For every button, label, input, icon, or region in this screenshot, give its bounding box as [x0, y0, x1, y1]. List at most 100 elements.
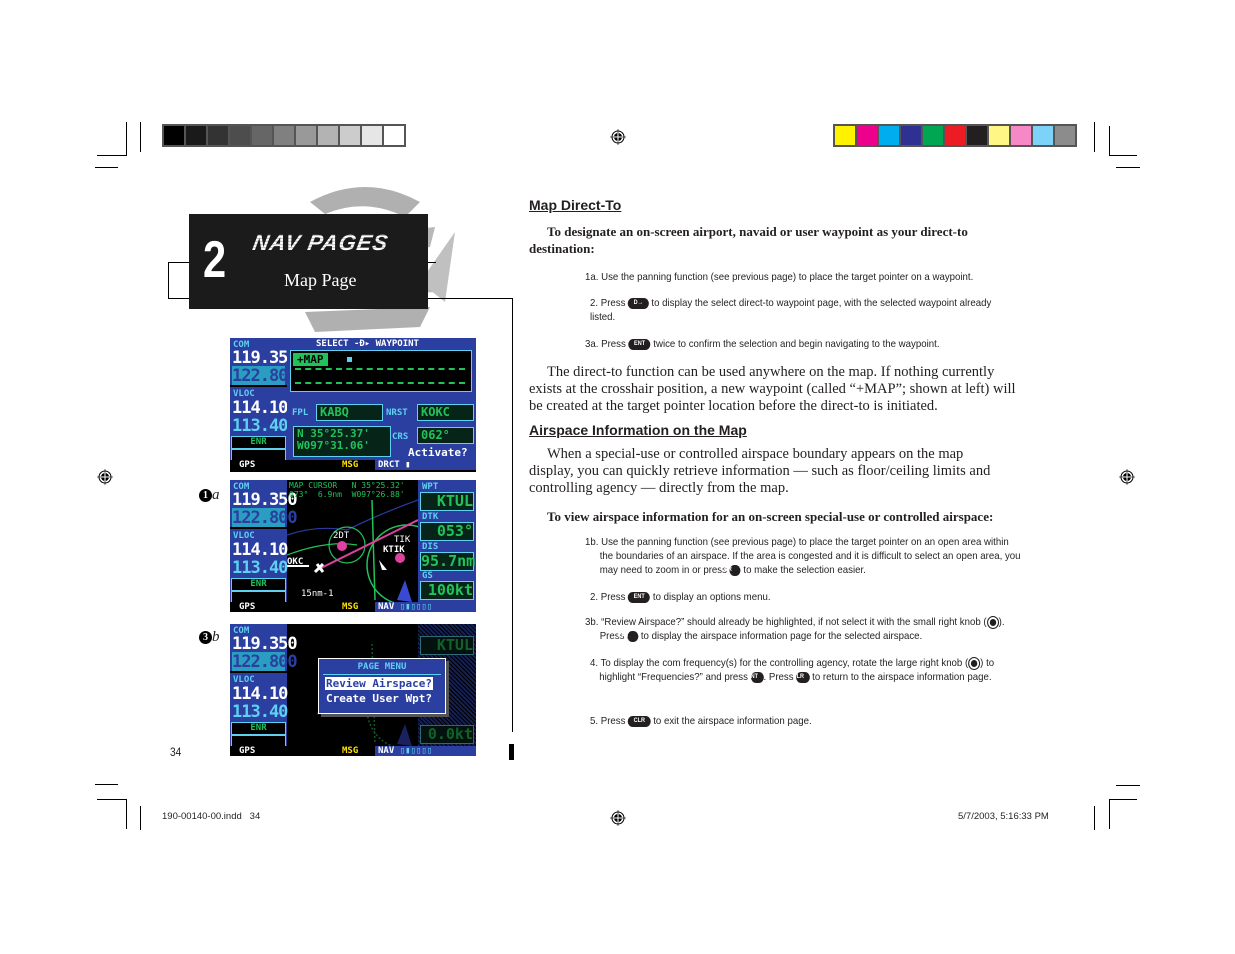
step-3b: 3b. “Review Airspace?” should already be… — [585, 615, 1005, 642]
crop-mark — [140, 806, 141, 830]
crop-mark — [1116, 785, 1140, 786]
mode-indicator: ENR — [231, 436, 286, 449]
step-5: 5. Press CLR to exit the airspace inform… — [590, 715, 812, 727]
step-bullet-1a: 1a — [199, 486, 220, 504]
ent-key-icon: ENT — [618, 630, 639, 642]
msg-annunciator[interactable]: MSG — [342, 746, 358, 756]
gs-label: GS — [422, 571, 433, 581]
section-heading-airspace-info: Airspace Information on the Map — [529, 422, 747, 438]
color-swatch-1 — [835, 126, 855, 145]
page-edge-marker — [509, 744, 514, 760]
step-1b: 1b. Use the panning function (see previo… — [585, 536, 1021, 576]
gray-swatch-1 — [164, 126, 184, 145]
nrst-label: NRST — [386, 408, 408, 418]
clr-key-icon: CLR — [720, 564, 741, 576]
large-right-knob-icon — [968, 656, 981, 670]
fpl-field[interactable]: KABQ — [316, 404, 383, 421]
activate-prompt[interactable]: Activate? — [408, 446, 468, 459]
registration-mark-icon — [1119, 469, 1135, 485]
wpt-value: KTUL — [420, 636, 474, 655]
position-field: N 35°25.37' W097°31.06' — [293, 426, 391, 457]
page-status: NAV ▯▮▯▯▯▯ — [375, 746, 476, 756]
crop-mark — [1109, 126, 1110, 156]
crop-mark — [1094, 122, 1095, 152]
color-swatch-6 — [945, 126, 965, 145]
step-1a: 1a. Use the panning function (see previo… — [585, 271, 974, 283]
color-swatch-9 — [1011, 126, 1031, 145]
gray-swatch-3 — [208, 126, 228, 145]
crop-mark — [97, 155, 127, 156]
msg-annunciator[interactable]: MSG — [342, 602, 358, 612]
gns-screen-page-menu: COM 119.350 122.800 VLOC 114.10 113.40 E… — [230, 624, 476, 756]
aircraft-icon — [313, 562, 325, 574]
com-standby-frequency: 122.800 — [232, 508, 298, 528]
crop-mark — [126, 799, 127, 829]
menu-item-create-user-wpt[interactable]: Create User Wpt? — [326, 692, 432, 705]
gray-swatch-9 — [340, 126, 360, 145]
crop-mark — [1109, 799, 1110, 829]
chapter-title: NAV PAGES — [250, 230, 391, 255]
wpt-value: KTUL — [420, 492, 474, 511]
clr-key-icon: CLR — [793, 671, 810, 683]
crs-label: CRS — [392, 432, 409, 442]
gray-swatch-8 — [318, 126, 338, 145]
step-4: 4. To display the com frequency(s) for t… — [590, 656, 995, 683]
crop-mark — [126, 122, 127, 156]
crop-mark — [1094, 806, 1095, 830]
crop-mark — [1116, 167, 1140, 168]
print-timestamp: 5/7/2003, 5:16:33 PM — [958, 811, 1049, 822]
map-label-ktik: KTIK — [383, 545, 405, 555]
nrst-field[interactable]: KOKC — [417, 404, 474, 421]
clr-key-icon: CLR — [628, 715, 651, 727]
map-cursor-info: MAP CURSOR N 35°25.32' 073° 6.9nm W097°2… — [289, 481, 405, 499]
gns-screen-map-cursor: COM 119.350 122.800 VLOC 114.10 113.40 E… — [230, 480, 476, 612]
color-swatch-2 — [857, 126, 877, 145]
color-swatch-8 — [989, 126, 1009, 145]
wpt-label: WPT — [422, 482, 439, 492]
process-color-bar — [833, 124, 1077, 147]
step-3a: 3a. Press ENT twice to confirm the selec… — [585, 338, 940, 350]
mode-indicator: ENR — [231, 722, 286, 735]
gps-annunciator: GPS — [239, 746, 256, 756]
vloc-active-frequency: 114.10 — [232, 398, 288, 418]
chapter-number: 2 — [203, 231, 227, 289]
step-2b: 2. Press ENT to display an options menu. — [590, 591, 771, 603]
gps-annunciator: GPS — [239, 602, 256, 612]
crop-mark — [1109, 799, 1137, 800]
registration-mark-icon — [97, 469, 113, 485]
crs-field[interactable]: 062° — [417, 427, 474, 444]
com-standby-frequency: 122.800 — [232, 366, 298, 386]
status-bar: GPS MSG DRCT ▮ — [230, 460, 476, 470]
gray-swatch-6 — [274, 126, 294, 145]
direct-to-paragraph: The direct-to function can be used anywh… — [529, 364, 1016, 414]
com-vloc-panel: COM 119.350 122.800 VLOC 114.10 113.40 E… — [230, 480, 298, 603]
ent-key-icon: ENT — [628, 591, 651, 603]
page-status: DRCT ▮ — [375, 460, 476, 470]
color-swatch-3 — [879, 126, 899, 145]
grayscale-color-bar — [162, 124, 406, 147]
vloc-active-frequency: 114.10 — [232, 540, 288, 560]
vloc-standby-frequency: 113.40 — [232, 702, 288, 722]
page-status: NAV ▯▮▯▯▯▯ — [375, 602, 476, 612]
gps-annunciator: GPS — [239, 460, 256, 470]
map-pointer-icon — [379, 560, 387, 570]
section-intro: To designate an on-screen airport, navai… — [529, 224, 968, 256]
airspace-intro: To view airspace information for an on-s… — [547, 509, 994, 524]
page-number: 34 — [170, 745, 182, 759]
fpl-label: FPL — [292, 408, 309, 418]
crop-mark — [140, 122, 141, 152]
ent-key-icon: ENT — [628, 338, 651, 350]
direct-to-key-icon: D→ — [628, 297, 649, 309]
crop-mark — [1109, 155, 1137, 156]
com-standby-frequency: 122.800 — [232, 652, 298, 672]
map-label-tik: TIK — [394, 535, 411, 545]
gray-swatch-7 — [296, 126, 316, 145]
page-group-indicator: ▯▮▯▯▯▯ — [399, 746, 433, 756]
msg-annunciator[interactable]: MSG — [342, 460, 358, 470]
dis-label: DIS — [422, 542, 439, 552]
menu-item-review-airspace[interactable]: Review Airspace? — [325, 677, 433, 690]
waypoint-entry[interactable]: +MAP — [293, 353, 328, 366]
com-vloc-panel: COM 119.350 122.800 VLOC 114.10 113.40 E… — [230, 624, 298, 747]
ent-key-icon: ENT — [747, 671, 764, 683]
color-swatch-10 — [1033, 126, 1053, 145]
